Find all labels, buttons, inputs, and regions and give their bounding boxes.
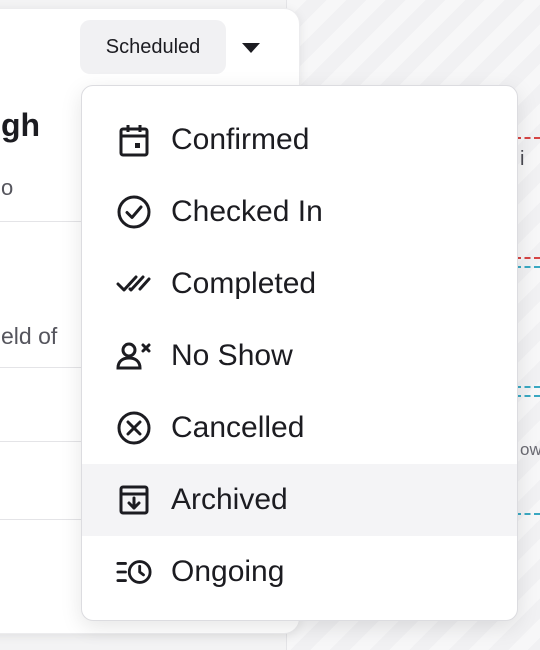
calendar-event-icon: [116, 122, 152, 158]
status-option-label: Completed: [171, 267, 317, 300]
status-option-checked-in[interactable]: Checked In: [82, 176, 517, 248]
check-circle-icon: [116, 194, 152, 230]
caret-down-icon[interactable]: [238, 38, 264, 58]
status-option-no-show[interactable]: No Show: [82, 320, 517, 392]
calendar-event-line: [515, 257, 540, 259]
status-option-confirmed[interactable]: Confirmed: [82, 104, 517, 176]
status-option-label: Confirmed: [171, 123, 310, 156]
calendar-event-line: [515, 395, 540, 397]
appointment-description: eld of: [1, 323, 58, 349]
screen: i ow gh o eld of Scheduled Confirmed Che…: [0, 0, 540, 650]
x-circle-icon: [116, 410, 152, 446]
status-option-label: Archived: [171, 483, 288, 516]
list-clock-icon: [116, 554, 152, 590]
status-menu: Confirmed Checked In Completed No Show C…: [81, 85, 518, 621]
calendar-event-line: [515, 513, 540, 515]
calendar-event-text: ow: [520, 440, 540, 459]
status-option-cancelled[interactable]: Cancelled: [82, 392, 517, 464]
calendar-event-text: i: [520, 148, 525, 170]
archive-icon: [116, 482, 152, 518]
calendar-event-line: [515, 137, 540, 139]
user-x-icon: [116, 338, 152, 374]
status-option-label: Ongoing: [171, 555, 285, 588]
appointment-title: gh: [1, 107, 41, 143]
appointment-subtitle: o: [1, 175, 14, 200]
status-dropdown-label: Scheduled: [105, 35, 201, 58]
status-option-label: Cancelled: [171, 411, 305, 444]
status-option-ongoing[interactable]: Ongoing: [82, 536, 517, 608]
status-dropdown-button[interactable]: Scheduled: [80, 20, 226, 74]
status-option-label: Checked In: [171, 195, 323, 228]
calendar-event-line: [515, 386, 540, 388]
calendar-event-line: [515, 266, 540, 268]
status-option-completed[interactable]: Completed: [82, 248, 517, 320]
status-option-label: No Show: [171, 339, 293, 372]
status-option-archived[interactable]: Archived: [82, 464, 517, 536]
double-check-icon: [116, 266, 152, 302]
